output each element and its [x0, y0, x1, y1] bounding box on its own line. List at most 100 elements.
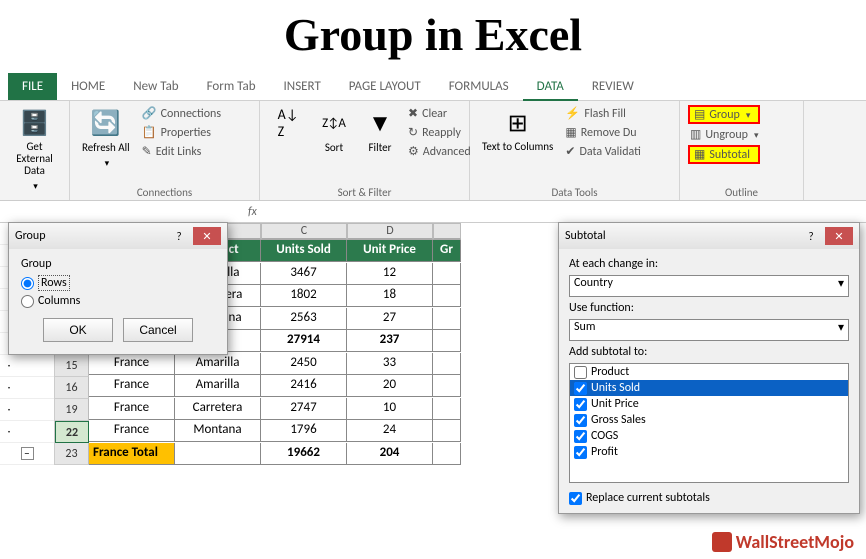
cell[interactable]: France	[89, 398, 175, 420]
cell[interactable]: Amarilla	[175, 353, 261, 375]
get-external-data-button[interactable]: 🗄️ Get External Data	[8, 105, 61, 195]
checkbox[interactable]	[574, 366, 587, 379]
group-icon: ▤	[694, 107, 705, 122]
cell[interactable]: 2416	[261, 375, 347, 397]
row-number[interactable]: 19	[55, 399, 89, 421]
cell[interactable]: 1796	[261, 420, 347, 442]
help-button[interactable]: ?	[165, 227, 193, 245]
cell[interactable]: 1802	[261, 285, 347, 307]
cell[interactable]: 20	[347, 375, 433, 397]
cell[interactable]: France	[89, 353, 175, 375]
row-number[interactable]: 23	[55, 443, 89, 465]
cancel-button[interactable]: Cancel	[123, 318, 193, 342]
total-cell[interactable]: France Total	[89, 443, 175, 465]
page-title: Group in Excel	[0, 0, 866, 73]
list-item[interactable]: COGS	[570, 428, 848, 444]
tab-data[interactable]: DATA	[523, 73, 578, 100]
chevron-down-icon	[31, 179, 38, 193]
ok-button[interactable]: OK	[43, 318, 113, 342]
text-to-columns-button[interactable]: ⊞Text to Columns	[478, 105, 557, 155]
tab-formtab[interactable]: Form Tab	[193, 73, 270, 100]
add-subtotal-list[interactable]: Product Units Sold Unit Price Gross Sale…	[569, 363, 849, 483]
refresh-all-button[interactable]: 🔄 Refresh All	[78, 105, 134, 172]
cell[interactable]: Montana	[175, 420, 261, 442]
cell[interactable]: 19662	[261, 443, 347, 465]
checkbox[interactable]	[574, 398, 587, 411]
remove-duplicates-button[interactable]: ▦Remove Du	[563, 124, 642, 141]
list-item[interactable]: Gross Sales	[570, 412, 848, 428]
cell[interactable]: Carretera	[175, 398, 261, 420]
cell[interactable]: 12	[347, 263, 433, 285]
tab-home[interactable]: HOME	[57, 73, 119, 100]
cell[interactable]: France	[89, 420, 175, 442]
cell[interactable]: 18	[347, 285, 433, 307]
replace-subtotals-checkbox[interactable]	[569, 492, 582, 505]
cell[interactable]: 33	[347, 353, 433, 375]
subtotal-button[interactable]: ▦Subtotal	[688, 145, 760, 164]
close-button[interactable]: ✕	[825, 227, 853, 245]
cell[interactable]: 2450	[261, 353, 347, 375]
database-icon: 🗄️	[19, 107, 51, 139]
sort-button[interactable]: Z↕ASort	[314, 105, 354, 156]
cell[interactable]: France	[89, 375, 175, 397]
col-header[interactable]: C	[261, 223, 347, 240]
sort-icon: Z↕A	[318, 107, 350, 139]
funnel-icon: ▼	[364, 107, 396, 139]
cell[interactable]: 2747	[261, 398, 347, 420]
collapse-button[interactable]: −	[21, 447, 34, 460]
connections-button[interactable]: 🔗Connections	[140, 105, 223, 122]
row-number[interactable]: 22	[55, 421, 89, 443]
cell[interactable]: 27914	[261, 330, 347, 352]
data-validation-button[interactable]: ✔Data Validati	[563, 143, 642, 160]
properties-button[interactable]: 📋Properties	[140, 124, 223, 141]
advanced-button[interactable]: ⚙Advanced	[406, 143, 473, 160]
group-button[interactable]: ▤Group	[688, 105, 760, 124]
tab-insert[interactable]: INSERT	[270, 73, 335, 100]
row-number[interactable]: 16	[55, 377, 89, 399]
reapply-button[interactable]: ↻Reapply	[406, 124, 473, 141]
columns-radio[interactable]	[21, 295, 34, 308]
col-header[interactable]: D	[347, 223, 433, 240]
list-item[interactable]: Units Sold	[570, 380, 848, 396]
cell[interactable]: 27	[347, 308, 433, 330]
edit-links-button[interactable]: ✎Edit Links	[140, 143, 223, 160]
checkbox[interactable]	[574, 430, 587, 443]
rows-radio[interactable]	[21, 277, 34, 290]
header-cell[interactable]: Unit Price	[347, 240, 433, 262]
list-item[interactable]: Profit	[570, 444, 848, 460]
formula-input[interactable]	[265, 201, 866, 222]
header-cell[interactable]: Units Sold	[261, 240, 347, 262]
cell[interactable]: 2563	[261, 308, 347, 330]
filter-button[interactable]: ▼Filter	[360, 105, 400, 156]
tab-file[interactable]: FILE	[8, 73, 57, 100]
edit-links-icon: ✎	[142, 144, 152, 159]
checkbox[interactable]	[574, 414, 587, 427]
use-function-select[interactable]: Sum▾	[569, 319, 849, 341]
reapply-icon: ↻	[408, 125, 418, 140]
cell[interactable]: 10	[347, 398, 433, 420]
close-button[interactable]: ✕	[193, 227, 221, 245]
clear-button[interactable]: ✖Clear	[406, 105, 473, 122]
checkbox[interactable]	[574, 382, 587, 395]
header-cell[interactable]: Gr	[433, 240, 461, 262]
group-legend: Group	[21, 257, 215, 271]
ungroup-button[interactable]: ▥Ungroup	[688, 126, 760, 143]
row-number[interactable]: 15	[55, 355, 89, 377]
list-item[interactable]: Unit Price	[570, 396, 848, 412]
checkbox[interactable]	[574, 446, 587, 459]
sort-az-button[interactable]: A↓Z	[268, 105, 308, 141]
cell[interactable]: Amarilla	[175, 375, 261, 397]
cell[interactable]: 24	[347, 420, 433, 442]
tab-review[interactable]: REVIEW	[578, 73, 648, 100]
cell[interactable]: 204	[347, 443, 433, 465]
cell[interactable]: 237	[347, 330, 433, 352]
cell[interactable]: 3467	[261, 263, 347, 285]
add-subtotal-label: Add subtotal to:	[569, 345, 849, 359]
tab-newtab[interactable]: New Tab	[119, 73, 192, 100]
tab-pagelayout[interactable]: PAGE LAYOUT	[335, 73, 435, 100]
at-each-change-select[interactable]: Country▾	[569, 275, 849, 297]
help-button[interactable]: ?	[797, 227, 825, 245]
tab-formulas[interactable]: FORMULAS	[435, 73, 523, 100]
flash-fill-button[interactable]: ⚡Flash Fill	[563, 105, 642, 122]
list-item[interactable]: Product	[570, 364, 848, 380]
